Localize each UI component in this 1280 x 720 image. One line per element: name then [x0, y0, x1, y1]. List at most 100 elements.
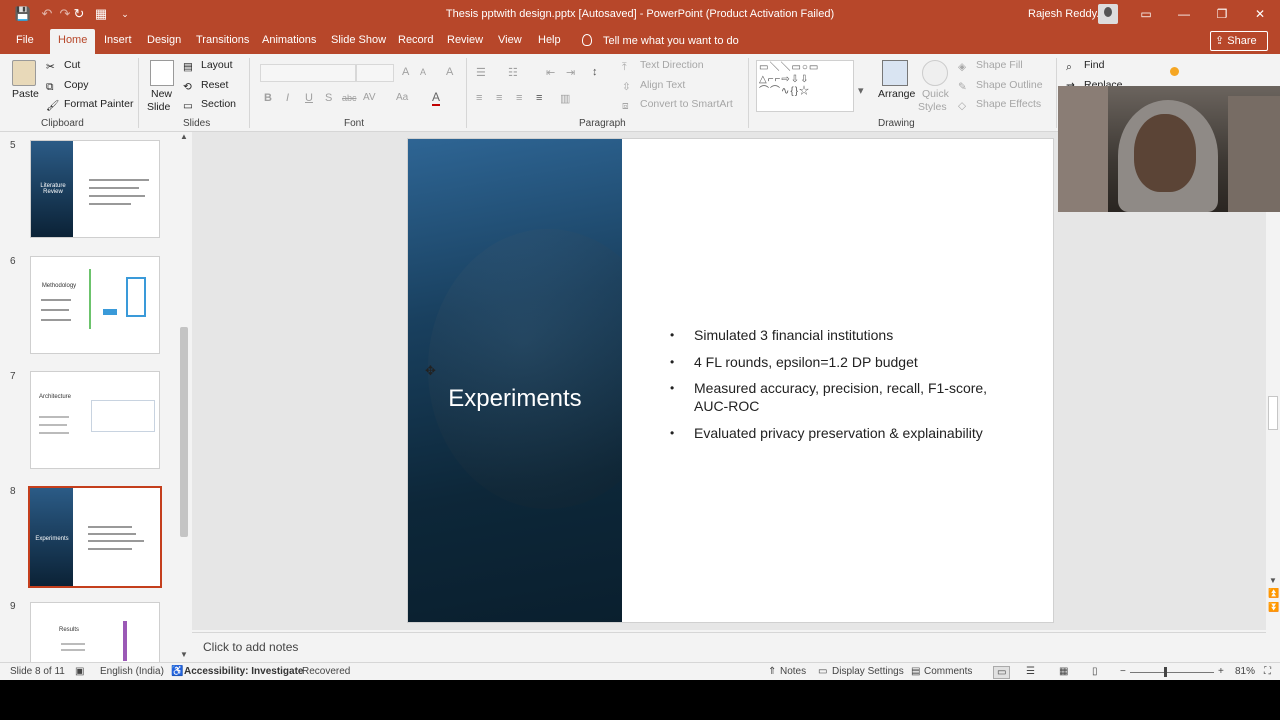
new-slide-label-2[interactable]: Slide [147, 101, 170, 113]
user-name[interactable]: Rajesh Reddy.M [1028, 8, 1109, 20]
tab-slide-show[interactable]: Slide Show [331, 34, 386, 46]
accessibility-status[interactable]: Accessibility: Investigate [184, 666, 304, 677]
thumbnails-scroll-thumb[interactable] [180, 327, 188, 537]
zoom-out-icon[interactable]: − [1120, 666, 1126, 677]
align-text-button[interactable]: ⇳ Align Text [622, 79, 685, 93]
arrange-button[interactable]: Arrange [878, 88, 915, 100]
paste-button[interactable]: Paste [12, 88, 39, 100]
line-spacing-icon[interactable]: ↕ [592, 66, 598, 78]
shadow-icon[interactable]: S [325, 92, 332, 104]
outline-view-icon[interactable]: ☰ [1026, 666, 1035, 677]
section-button[interactable]: ▭ Section [183, 98, 236, 112]
notes-placeholder[interactable]: Click to add notes [203, 640, 298, 654]
scroll-up-icon[interactable]: ▲ [180, 132, 188, 141]
arrange-icon[interactable] [882, 60, 908, 86]
character-spacing-icon[interactable]: AV [363, 92, 376, 103]
font-name-combo[interactable] [260, 64, 356, 82]
reading-view-icon[interactable]: ▯ [1092, 666, 1098, 677]
tab-review[interactable]: Review [447, 34, 483, 46]
align-left-icon[interactable]: ≡ [476, 92, 482, 104]
normal-view-icon[interactable]: ▭ [993, 666, 1011, 679]
convert-smartart-button[interactable]: ⧈ Convert to SmartArt [622, 98, 733, 112]
tab-record[interactable]: Record [398, 34, 433, 46]
font-size-combo[interactable] [356, 64, 394, 82]
quick-styles-label-2[interactable]: Styles [918, 101, 947, 113]
slide-thumbnail-6[interactable]: Methodology [30, 256, 160, 354]
zoom-slider[interactable] [1130, 667, 1214, 677]
change-case-icon[interactable]: Aa [396, 92, 408, 103]
previous-slide-icon[interactable]: ⏫ [1268, 588, 1279, 599]
share-button[interactable]: ⇪ Share [1210, 31, 1268, 51]
notes-pane[interactable]: Click to add notes [192, 632, 1266, 662]
tab-home[interactable]: Home [50, 29, 96, 54]
font-color-icon[interactable]: A [432, 90, 441, 106]
scroll-down-icon[interactable]: ▼ [180, 650, 188, 659]
bullets-icon[interactable]: ☰ [476, 66, 486, 79]
tab-animations[interactable]: Animations [262, 34, 316, 46]
tab-help[interactable]: Help [538, 34, 561, 46]
shapes-gallery-more-icon[interactable]: ▾ [858, 84, 864, 97]
spelling-check-icon[interactable]: ▣ [75, 666, 84, 677]
fit-slide-icon[interactable]: ⛶ [1264, 666, 1271, 677]
strikethrough-icon[interactable]: abc [342, 93, 357, 103]
zoom-level[interactable]: 81% [1235, 666, 1255, 677]
language-indicator[interactable]: English (India) [100, 666, 164, 677]
increase-indent-icon[interactable]: ⇥ [566, 66, 575, 79]
minimize-icon[interactable]: — [1173, 4, 1195, 24]
slide-scroll-thumb[interactable] [1268, 396, 1278, 430]
tab-insert[interactable]: Insert [104, 34, 132, 46]
zoom-in-icon[interactable]: + [1218, 666, 1224, 677]
next-slide-icon[interactable]: ⏬ [1268, 602, 1279, 613]
quick-styles-icon[interactable] [922, 60, 948, 86]
notes-button[interactable]: Notes [780, 666, 806, 677]
clear-formatting-icon[interactable]: A [446, 66, 453, 78]
cut-button[interactable]: ✂ Cut [46, 59, 80, 73]
ribbon-display-options-icon[interactable]: ▭ [1135, 4, 1157, 24]
layout-button[interactable]: ▤ Layout [183, 59, 233, 73]
avatar[interactable] [1098, 4, 1118, 24]
tab-view[interactable]: View [498, 34, 522, 46]
current-slide[interactable]: Experiments Simulated 3 financial instit… [407, 138, 1054, 623]
comments-icon[interactable]: ▤ [911, 666, 920, 677]
slide-thumbnail-8[interactable]: Experiments [28, 486, 162, 588]
numbering-icon[interactable]: ☷ [508, 66, 518, 79]
slide-thumbnail-9[interactable]: Results [30, 602, 160, 662]
slide-thumbnail-5[interactable]: Literature Review [30, 140, 160, 238]
shrink-font-icon[interactable]: A [420, 67, 426, 77]
text-direction-button[interactable]: ⤒ Text Direction [622, 59, 704, 73]
display-settings-button[interactable]: Display Settings [832, 666, 904, 677]
tab-file[interactable]: File [16, 34, 34, 46]
bold-icon[interactable]: B [264, 92, 272, 104]
slide-sorter-icon[interactable]: ▦ [1059, 666, 1068, 677]
italic-icon[interactable]: I [286, 92, 289, 104]
columns-icon[interactable]: ▥ [560, 92, 570, 105]
reset-button[interactable]: ⟲ Reset [183, 79, 228, 93]
format-painter-button[interactable]: 🖌 Format Painter [46, 98, 133, 112]
scroll-down-icon[interactable]: ▼ [1269, 576, 1277, 585]
comments-button[interactable]: Comments [924, 666, 972, 677]
quick-styles-label-1[interactable]: Quick [922, 88, 949, 100]
slide-thumbnail-7[interactable]: Architecture [30, 371, 160, 469]
underline-icon[interactable]: U [305, 92, 313, 104]
paste-icon[interactable] [12, 60, 36, 86]
decrease-indent-icon[interactable]: ⇤ [546, 66, 555, 79]
thumbnails-scrollbar[interactable]: ▲ ▼ [178, 132, 190, 662]
close-icon[interactable]: ✕ [1249, 4, 1271, 24]
notes-icon[interactable]: ⇑ [768, 666, 776, 677]
tab-transitions[interactable]: Transitions [196, 34, 249, 46]
tell-me-search[interactable]: Tell me what you want to do [603, 35, 739, 47]
shapes-gallery[interactable]: ▭＼＼▭○▭ △⌐⌐⇨⇩⇩ ⌒⌒∿{}☆ [756, 60, 854, 112]
justify-icon[interactable]: ≡ [536, 92, 542, 104]
accessibility-icon[interactable]: ♿ [171, 666, 183, 677]
find-button[interactable]: ⌕ Find [1066, 59, 1104, 73]
tab-design[interactable]: Design [147, 34, 181, 46]
slide-title[interactable]: Experiments [408, 385, 622, 413]
slide-bullet-list[interactable]: Simulated 3 financial institutions 4 FL … [670, 326, 990, 450]
new-slide-label-1[interactable]: New [151, 88, 172, 100]
grow-font-icon[interactable]: A [402, 66, 409, 78]
shape-fill-button[interactable]: ◈ Shape Fill [958, 59, 1023, 73]
restore-icon[interactable]: ❐ [1211, 4, 1233, 24]
copy-button[interactable]: ⧉ Copy [46, 79, 89, 93]
display-settings-icon[interactable]: ▭ [818, 666, 827, 677]
shape-outline-button[interactable]: ✎ Shape Outline [958, 79, 1043, 93]
